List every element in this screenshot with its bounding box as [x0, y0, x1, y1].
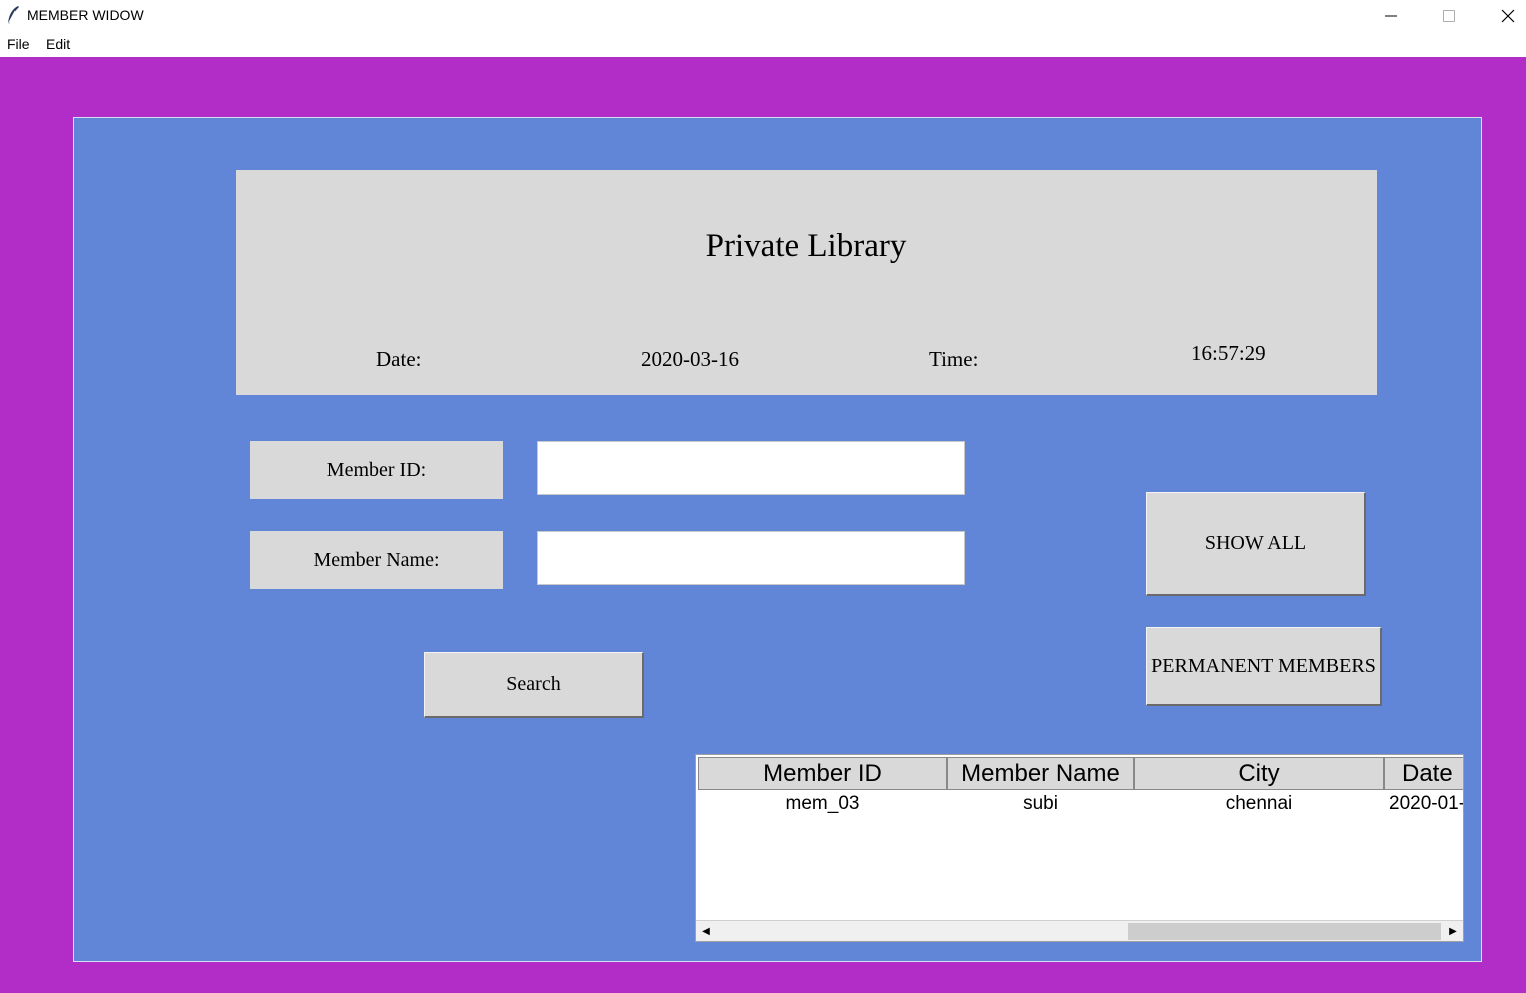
menu-bar: File Edit	[0, 31, 1526, 56]
cell-member-name: subi	[1023, 793, 1058, 814]
scroll-left-icon[interactable]: ◀	[696, 921, 716, 941]
search-button[interactable]: Search	[424, 652, 644, 718]
column-header-member-name[interactable]: Member Name	[947, 757, 1134, 790]
window-title: MEMBER WIDOW	[27, 7, 144, 23]
menu-edit[interactable]: Edit	[46, 36, 70, 52]
page-title: Private Library	[705, 228, 907, 264]
date-label: Date:	[376, 347, 422, 371]
show-all-button[interactable]: SHOW ALL	[1146, 492, 1366, 596]
date-value: 2020-03-16	[641, 347, 739, 371]
scrollbar-thumb[interactable]	[1128, 923, 1441, 940]
horizontal-scrollbar[interactable]: ◀ ▶	[696, 920, 1463, 941]
maximize-button[interactable]	[1420, 0, 1478, 31]
column-header-city[interactable]: City	[1134, 757, 1384, 790]
minimize-button[interactable]	[1362, 0, 1420, 31]
permanent-members-button[interactable]: PERMANENT MEMBERS	[1146, 627, 1382, 706]
maximize-icon	[1443, 9, 1455, 22]
time-value: 16:57:29	[1191, 341, 1266, 365]
column-header-member-id[interactable]: Member ID	[698, 757, 947, 790]
scroll-right-icon[interactable]: ▶	[1443, 921, 1463, 941]
column-header-date[interactable]: Date	[1384, 757, 1463, 790]
time-label: Time:	[929, 347, 979, 371]
member-id-label: Member ID:	[250, 441, 503, 499]
minimize-icon	[1385, 15, 1397, 16]
cell-date: 2020-01-	[1389, 793, 1464, 814]
member-id-input[interactable]	[537, 441, 965, 495]
members-table[interactable]: Member ID Member Name City Date mem_03 s…	[695, 754, 1464, 942]
member-name-input[interactable]	[537, 531, 965, 585]
close-button[interactable]	[1479, 0, 1526, 31]
member-name-label: Member Name:	[250, 531, 503, 589]
close-icon	[1501, 9, 1515, 22]
title-bar: MEMBER WIDOW	[0, 0, 1526, 31]
cell-city: chennai	[1225, 793, 1293, 814]
feather-icon	[7, 6, 19, 25]
menu-file[interactable]: File	[7, 36, 30, 52]
cell-member-id: mem_03	[785, 793, 860, 814]
